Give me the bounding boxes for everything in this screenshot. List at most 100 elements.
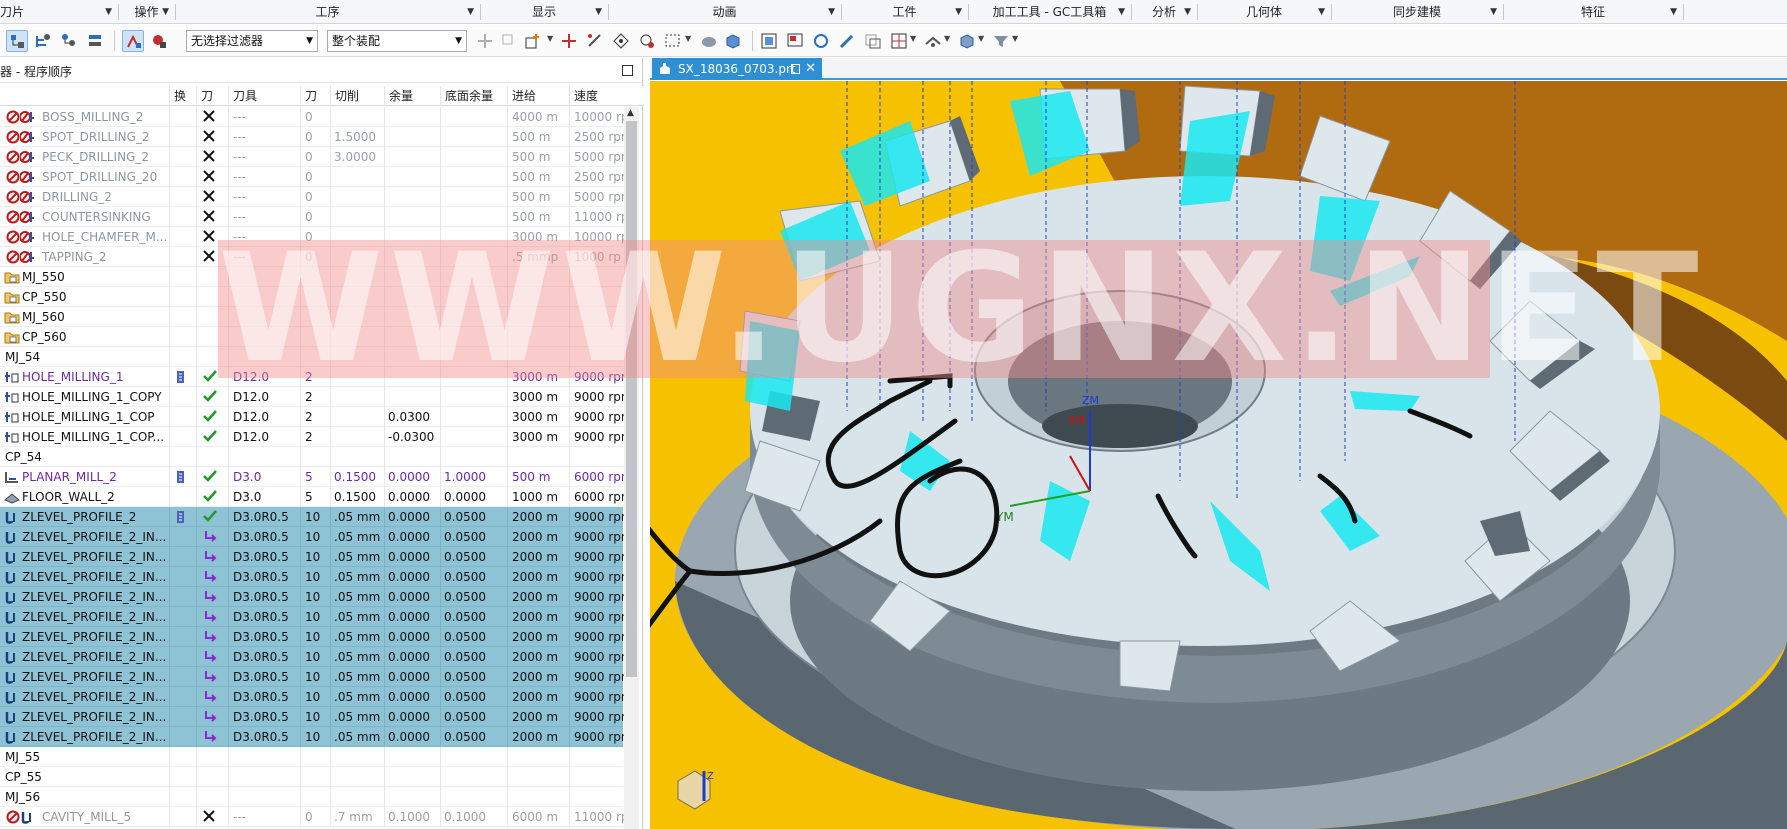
display-grid-icon[interactable]	[888, 30, 910, 52]
operation-row[interactable]: ZLEVEL_PROFILE_2_IN... D3.0R0.5 10 .05 mm 0.…	[0, 527, 624, 547]
ribbon-group-3[interactable]: 显示 ▼	[480, 0, 608, 24]
graphics-viewport[interactable]: ZM XM YM Z	[650, 81, 1787, 829]
column-header-0[interactable]: 换	[169, 86, 196, 106]
pin-icon[interactable]	[791, 64, 800, 74]
maximize-icon[interactable]	[622, 65, 633, 76]
column-header-4[interactable]: 切削	[330, 86, 384, 106]
orient-view-icon[interactable]	[956, 30, 978, 52]
layer-settings-icon[interactable]	[862, 30, 884, 52]
assembly-scope-select[interactable]: 整个装配 ▼	[327, 30, 467, 52]
chevron-down-icon[interactable]: ▼	[1318, 0, 1325, 24]
ribbon-group-8[interactable]: 几何体 ▼	[1197, 0, 1331, 24]
operation-row[interactable]: ZLEVEL_PROFILE_2_IN... D3.0R0.5 10 .05 mm 0.…	[0, 687, 624, 707]
operation-row[interactable]: MJ_56	[0, 787, 623, 807]
operation-row[interactable]: PECK_DRILLING_2 --- 0 3.0000 500 m 5000 rpn	[0, 147, 624, 167]
chevron-down-icon[interactable]: ▼	[1012, 34, 1018, 43]
chevron-down-icon[interactable]: ▼	[910, 34, 916, 43]
move-handle-icon[interactable]	[558, 30, 580, 52]
chevron-down-icon[interactable]: ▼	[1490, 0, 1497, 24]
tab-part-file[interactable]: SX_18036_0703.prt ✕	[652, 58, 822, 80]
ribbon-group-5[interactable]: 工件 ▼	[841, 0, 968, 24]
ribbon-group-7[interactable]: 分析 ▼	[1131, 0, 1197, 24]
generate-toolpath-icon[interactable]	[122, 30, 144, 52]
ribbon-group-2[interactable]: 工序 ▼	[175, 0, 480, 24]
chevron-down-icon[interactable]: ▼	[1184, 0, 1191, 24]
snap-point-icon[interactable]	[474, 30, 496, 52]
operation-row[interactable]: ZLEVEL_PROFILE_2_IN... D3.0R0.5 10 .05 mm 0.…	[0, 587, 624, 607]
pan-icon[interactable]	[836, 30, 858, 52]
filter-tools-icon[interactable]	[990, 30, 1012, 52]
cube-view-icon[interactable]	[722, 30, 744, 52]
operation-row[interactable]: ZLEVEL_PROFILE_2 D3.0R0.5 10 .05 mm 0.0000 0.…	[0, 507, 624, 527]
chevron-down-icon[interactable]: ▼	[467, 0, 474, 24]
close-icon[interactable]: ✕	[805, 58, 816, 80]
operation-row[interactable]: FLOOR_WALL_2 D3.0 5 0.1500 0.0000 0.0000 1000 …	[0, 487, 624, 507]
operation-row[interactable]: ZLEVEL_PROFILE_2_IN... D3.0R0.5 10 .05 mm 0.…	[0, 607, 624, 627]
path-edit-icon[interactable]	[584, 30, 606, 52]
operation-row[interactable]: ZLEVEL_PROFILE_2_IN... D3.0R0.5 10 .05 mm 0.…	[0, 627, 624, 647]
select-feature-icon[interactable]	[498, 30, 520, 52]
render-style-icon[interactable]	[922, 30, 944, 52]
operation-row[interactable]: DRILLING_2 --- 0 500 m 5000 rpn	[0, 187, 624, 207]
curve-select-icon[interactable]	[636, 30, 658, 52]
column-divider	[330, 807, 331, 827]
operation-row[interactable]: SPOT_DRILLING_20 --- 0 500 m 2500 rpn	[0, 167, 624, 187]
chevron-down-icon[interactable]: ▼	[105, 0, 112, 24]
operation-row[interactable]: CAVITY_MILL_5 --- 0 .7 mm 0.1000 0.1000 6000 m…	[0, 807, 624, 827]
column-header-8[interactable]: 速度	[569, 86, 625, 106]
zoom-icon[interactable]	[784, 30, 806, 52]
fit-view-icon[interactable]	[758, 30, 780, 52]
operation-row[interactable]: CP_55	[0, 767, 623, 787]
operation-row[interactable]: HOLE_MILLING_1_COP D12.0 2 0.0300 3000 m 9000…	[0, 407, 624, 427]
ribbon-group-6[interactable]: 加工工具 - GC工具箱 ▼	[968, 0, 1131, 24]
operation-row[interactable]: MJ_55	[0, 747, 623, 767]
navigator-scrollbar[interactable]: ▲	[624, 107, 639, 829]
chevron-down-icon[interactable]: ▼	[595, 0, 602, 24]
operation-row[interactable]: SPOT_DRILLING_2 --- 0 1.5000 500 m 2500 rpn	[0, 127, 624, 147]
ribbon-group-10[interactable]: 特征 ▼	[1503, 0, 1683, 24]
chevron-down-icon[interactable]: ▼	[162, 0, 169, 24]
operation-row[interactable]: ZLEVEL_PROFILE_2_IN... D3.0R0.5 10 .05 mm 0.…	[0, 707, 624, 727]
point-constructor-icon[interactable]	[610, 30, 632, 52]
shaded-solid-icon[interactable]	[698, 30, 720, 52]
chevron-down-icon[interactable]: ▼	[1118, 0, 1125, 24]
column-header-1[interactable]: 刀	[196, 86, 224, 106]
operation-row[interactable]: BOSS_MILLING_2 --- 0 4000 m 10000 rp	[0, 107, 624, 127]
chevron-down-icon[interactable]: ▼	[978, 34, 984, 43]
operation-tool: ---	[233, 810, 246, 824]
chevron-down-icon[interactable]: ▼	[955, 0, 962, 24]
operation-row[interactable]: CP_54	[0, 447, 623, 467]
geometry-view-icon[interactable]	[58, 30, 80, 52]
machine-tool-view-icon[interactable]	[32, 30, 54, 52]
column-header-3[interactable]: 刀	[300, 86, 330, 106]
operation-row[interactable]: ZLEVEL_PROFILE_2_IN... D3.0R0.5 10 .05 mm 0.…	[0, 667, 624, 687]
verify-toolpath-icon[interactable]	[148, 30, 170, 52]
column-header-7[interactable]: 进给	[507, 86, 569, 106]
operation-row[interactable]: HOLE_MILLING_1_COP... D12.0 2 -0.0300 3000 m…	[0, 427, 624, 447]
rectangle-select-icon[interactable]	[662, 30, 684, 52]
add-point-icon[interactable]	[522, 30, 544, 52]
chevron-down-icon[interactable]: ▼	[1670, 0, 1677, 24]
chevron-down-icon[interactable]: ▼	[685, 34, 691, 43]
program-order-view-icon[interactable]	[6, 30, 28, 52]
ribbon-group-0[interactable]: 刀片 ▼	[0, 0, 118, 24]
selection-filter-select[interactable]: 无选择过滤器 ▼	[186, 30, 318, 52]
operation-row[interactable]: ZLEVEL_PROFILE_2_IN... D3.0R0.5 10 .05 mm 0.…	[0, 547, 624, 567]
ribbon-group-1[interactable]: 操作 ▼	[118, 0, 175, 24]
scrollbar-thumb[interactable]	[626, 121, 637, 677]
operation-row[interactable]: ZLEVEL_PROFILE_2_IN... D3.0R0.5 10 .05 mm 0.…	[0, 647, 624, 667]
chevron-down-icon[interactable]: ▼	[547, 34, 553, 43]
chevron-up-icon[interactable]: ▲	[627, 108, 634, 118]
operation-row[interactable]: PLANAR_MILL_2 D3.0 5 0.1500 0.0000 1.0000 500 …	[0, 467, 624, 487]
column-header-6[interactable]: 底面余量	[440, 86, 507, 106]
operation-row[interactable]: ZLEVEL_PROFILE_2_IN... D3.0R0.5 10 .05 mm 0.…	[0, 567, 624, 587]
ribbon-group-9[interactable]: 同步建模 ▼	[1331, 0, 1503, 24]
method-view-icon[interactable]	[84, 30, 106, 52]
ribbon-group-4[interactable]: 动画 ▼	[608, 0, 841, 24]
column-header-5[interactable]: 余量	[384, 86, 440, 106]
chevron-down-icon[interactable]: ▼	[828, 0, 835, 24]
rotate-icon[interactable]	[810, 30, 832, 52]
column-header-2[interactable]: 刀具	[228, 86, 300, 106]
operation-row[interactable]: ZLEVEL_PROFILE_2_IN... D3.0R0.5 10 .05 mm 0.…	[0, 727, 624, 747]
chevron-down-icon[interactable]: ▼	[944, 34, 950, 43]
